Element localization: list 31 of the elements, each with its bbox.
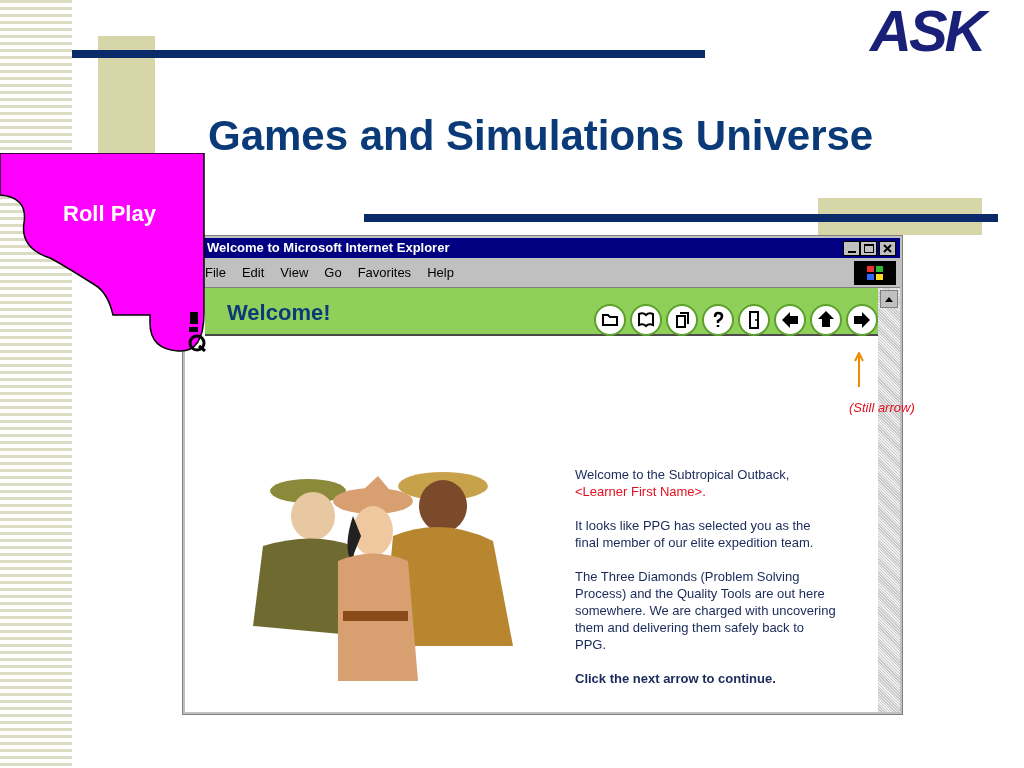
pointer-arrow <box>854 352 864 388</box>
maximize-button[interactable] <box>860 240 877 256</box>
book-icon <box>637 310 655 330</box>
instruction-text: Click the next arrow to continue. <box>575 670 777 687</box>
annotation-note: (Still arrow) <box>849 399 915 417</box>
menu-item[interactable]: Help <box>427 262 454 283</box>
page-heading: Welcome! <box>227 299 331 327</box>
slide-title: Games and Simulations Universe <box>208 111 874 161</box>
window-title: Welcome to Microsoft Internet Explorer <box>206 239 451 258</box>
close-icon <box>883 243 892 253</box>
menu-item[interactable]: File <box>205 262 226 283</box>
menu-item[interactable]: View <box>280 262 309 283</box>
right-arrow-icon <box>853 310 871 330</box>
pages-icon <box>673 310 691 330</box>
body-text: Welcome to the Subtropical Outback, <box>575 466 791 483</box>
up-arrow-icon <box>817 310 835 330</box>
left-arrow-icon <box>781 310 799 330</box>
company-logo: ASK <box>868 0 994 62</box>
up-triangle-icon <box>885 296 893 302</box>
name-placeholder-text: <Learner First Name>. <box>575 483 707 500</box>
menu-item[interactable]: Favorites <box>357 262 412 283</box>
windows-logo-icon <box>854 260 896 285</box>
menu-item[interactable]: Go <box>324 262 342 283</box>
menu-item[interactable]: Edit <box>241 262 265 283</box>
minimize-button[interactable] <box>843 240 860 256</box>
scroll-up-button[interactable] <box>880 290 898 308</box>
callout-label: Roll Play <box>63 200 156 228</box>
body-text: It looks like PPG has selected you as the final member of our elite expedition team. <box>575 517 815 551</box>
close-button[interactable] <box>879 240 896 256</box>
body-text: The Three Diamonds (Problem Solving Process) and the Quality Tools are out here somewhere. We are charged with uncovering them and delivering them safely back to PPG. <box>575 568 837 653</box>
mascot-icon <box>187 310 207 352</box>
